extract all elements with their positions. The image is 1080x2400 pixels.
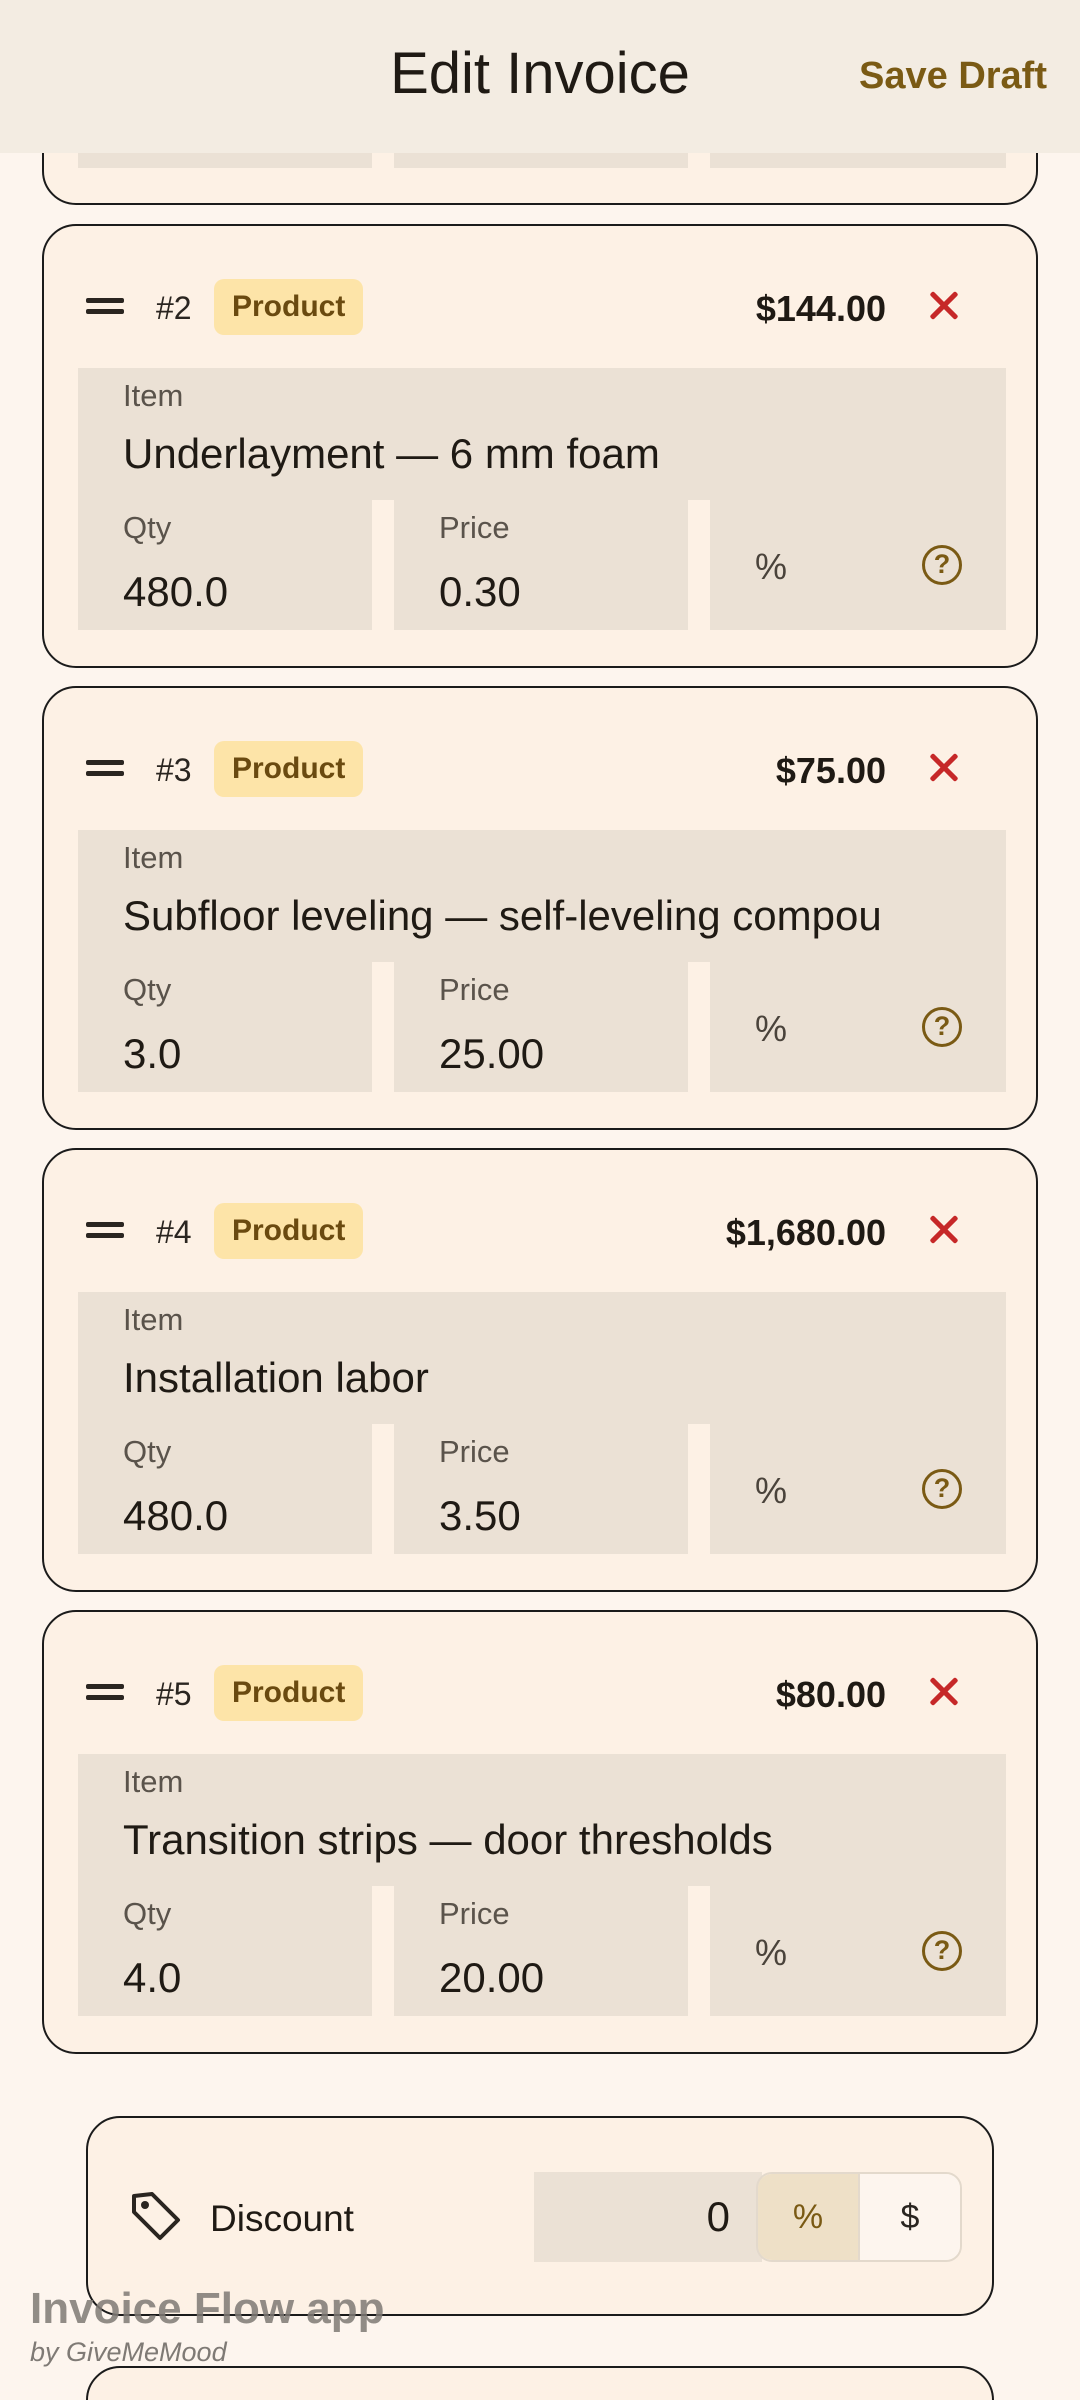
line-item-card: #4 Product $1,680.00 Item Installation l… (42, 1148, 1038, 1592)
price-field[interactable]: Price 3.50 (394, 1424, 688, 1554)
qty-value: 480.0 (123, 568, 229, 615)
price-value: 25.00 (439, 1030, 545, 1077)
line-item-card: #3 Product $75.00 Item Subfloor leveling… (42, 686, 1038, 1130)
percent-field[interactable]: % ? (710, 1886, 1006, 2016)
item-type-badge: Product (214, 1203, 364, 1259)
discount-label: Discount (210, 2198, 354, 2239)
percent-symbol: % (755, 546, 788, 587)
price-value: 20.00 (439, 1954, 545, 2001)
percent-field[interactable]: % ? (710, 500, 1006, 630)
drag-handle-icon[interactable] (86, 1684, 124, 1700)
price-field-label: Price (439, 510, 510, 545)
percent-field[interactable]: % ? (710, 1424, 1006, 1554)
price-value: 3.50 (439, 1492, 521, 1539)
help-icon[interactable]: ? (922, 1469, 962, 1509)
price-field[interactable]: Price 20.00 (394, 1886, 688, 2016)
price-field[interactable]: Price 0.30 (394, 500, 688, 630)
top-app-bar: Edit Invoice Save Draft (0, 0, 1080, 153)
drag-handle-icon[interactable] (86, 298, 124, 314)
item-type-badge: Product (214, 741, 364, 797)
remove-item-icon[interactable] (922, 746, 966, 790)
remove-item-icon[interactable] (922, 284, 966, 328)
tag-icon (132, 2192, 180, 2240)
price-field-label: Price (439, 972, 510, 1007)
price-field[interactable]: Price 25.00 (394, 962, 688, 1092)
help-icon[interactable]: ? (922, 545, 962, 585)
item-name-field[interactable]: Item Underlayment — 6 mm foam (78, 368, 1006, 500)
line-item-header: #3 Product $75.00 (44, 738, 1036, 798)
help-icon[interactable]: ? (922, 1007, 962, 1047)
qty-field[interactable]: Qty 3.0 (78, 962, 372, 1092)
line-item-header: #5 Product $80.00 (44, 1662, 1036, 1722)
qty-field[interactable]: Qty 480.0 (78, 1424, 372, 1554)
item-name-field[interactable]: Item Subfloor leveling — self-leveling c… (78, 830, 1006, 962)
line-item-number: #3 (156, 752, 192, 788)
line-item-number: #4 (156, 1214, 192, 1250)
qty-value: 3.0 (123, 1030, 182, 1077)
item-field-label: Item (123, 378, 184, 413)
item-name-field[interactable]: Item Transition strips — door thresholds (78, 1754, 1006, 1886)
item-type-badge: Product (214, 1665, 364, 1721)
percent-symbol: % (755, 1008, 788, 1049)
line-item-total: $75.00 (775, 750, 886, 791)
remove-item-icon[interactable] (922, 1670, 966, 1714)
line-item-number: #5 (156, 1676, 192, 1712)
item-name-value: Transition strips — door thresholds (123, 1816, 773, 1863)
line-item-card: #2 Product $144.00 Item Underlayment — 6… (42, 224, 1038, 668)
line-item-header: #2 Product $144.00 (44, 276, 1036, 336)
next-card-partial (86, 2366, 994, 2400)
line-item-number: #2 (156, 290, 192, 326)
percent-option[interactable]: % (758, 2174, 860, 2260)
price-field-label: Price (439, 1896, 510, 1931)
qty-field[interactable]: Qty 480.0 (78, 500, 372, 630)
line-item-total: $144.00 (755, 288, 886, 329)
price-field-label: Price (439, 1434, 510, 1469)
item-field-label: Item (123, 1302, 184, 1337)
qty-field-label: Qty (123, 972, 172, 1007)
percent-symbol: % (755, 1470, 788, 1511)
line-item-card: #5 Product $80.00 Item Transition strips… (42, 1610, 1038, 2054)
qty-field-label: Qty (123, 1434, 172, 1469)
drag-handle-icon[interactable] (86, 760, 124, 776)
watermark-title: Invoice Flow app (30, 2284, 385, 2333)
line-item-total: $1,680.00 (725, 1212, 886, 1253)
watermark-subtitle: by GiveMeMood (30, 2337, 227, 2367)
item-name-value: Installation labor (123, 1354, 429, 1401)
help-icon[interactable]: ? (922, 1931, 962, 1971)
qty-field-label: Qty (123, 1896, 172, 1931)
item-name-value: Subfloor leveling — self-leveling compou (123, 892, 882, 939)
remove-item-icon[interactable] (922, 1208, 966, 1252)
qty-value: 480.0 (123, 1492, 229, 1539)
item-name-value: Underlayment — 6 mm foam (123, 430, 660, 477)
qty-field[interactable]: Qty 4.0 (78, 1886, 372, 2016)
item-field-label: Item (123, 840, 184, 875)
qty-field-label: Qty (123, 510, 172, 545)
line-item-total: $80.00 (775, 1674, 886, 1715)
percent-field[interactable]: % ? (710, 962, 1006, 1092)
price-value: 0.30 (439, 568, 521, 615)
drag-handle-icon[interactable] (86, 1222, 124, 1238)
item-type-badge: Product (214, 279, 364, 335)
item-field-label: Item (123, 1764, 184, 1799)
percent-symbol: % (755, 1932, 788, 1973)
save-draft-button[interactable]: Save Draft (859, 55, 1047, 98)
discount-input[interactable]: 0 (534, 2172, 762, 2262)
item-name-field[interactable]: Item Installation labor (78, 1292, 1006, 1424)
discount-type-toggle: % $ (756, 2172, 962, 2262)
qty-value: 4.0 (123, 1954, 182, 2001)
dollar-option[interactable]: $ (860, 2174, 960, 2260)
edit-invoice-screen: Edit Invoice Save Draft #2 Product $144.… (0, 0, 1080, 2400)
line-item-header: #4 Product $1,680.00 (44, 1200, 1036, 1260)
